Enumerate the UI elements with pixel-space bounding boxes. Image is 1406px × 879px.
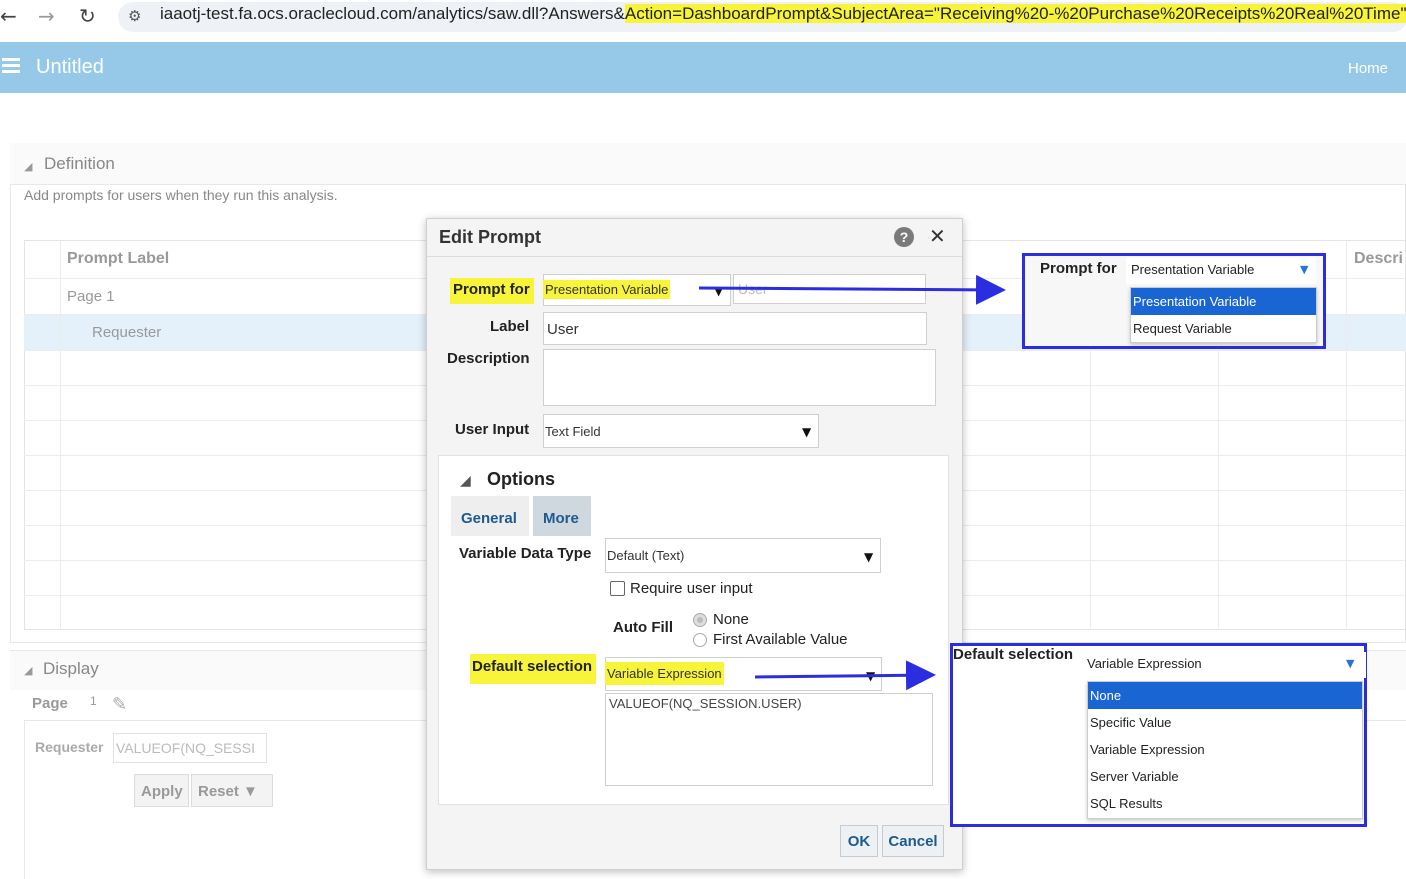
prompt-for-dropdown-list: Presentation Variable Request Variable [1130,287,1317,343]
chevron-down-icon[interactable]: ▼ [1346,657,1354,670]
arrow-default-selection [754,660,936,691]
dropdown-option-server-variable[interactable]: Server Variable [1088,763,1362,790]
callout-default-selection-label: Default selection [953,646,1074,663]
callout-prompt-for-label: Prompt for [1040,260,1117,277]
callout-prompt-for-select[interactable]: Presentation Variable [1126,258,1316,284]
dropdown-option-none[interactable]: None [1088,682,1362,709]
dropdown-option-presentation-variable[interactable]: Presentation Variable [1131,288,1316,315]
dropdown-option-request-variable[interactable]: Request Variable [1131,315,1316,342]
callout-default-selection-select[interactable]: Variable Expression [1082,652,1366,678]
arrow-prompt-for [698,274,1006,305]
chevron-down-icon[interactable]: ▼ [1300,263,1308,276]
default-selection-dropdown-list: None Specific Value Variable Expression … [1087,681,1363,819]
dropdown-option-specific-value[interactable]: Specific Value [1088,709,1362,736]
dropdown-option-sql-results[interactable]: SQL Results [1088,790,1362,817]
dropdown-option-variable-expression[interactable]: Variable Expression [1088,736,1362,763]
